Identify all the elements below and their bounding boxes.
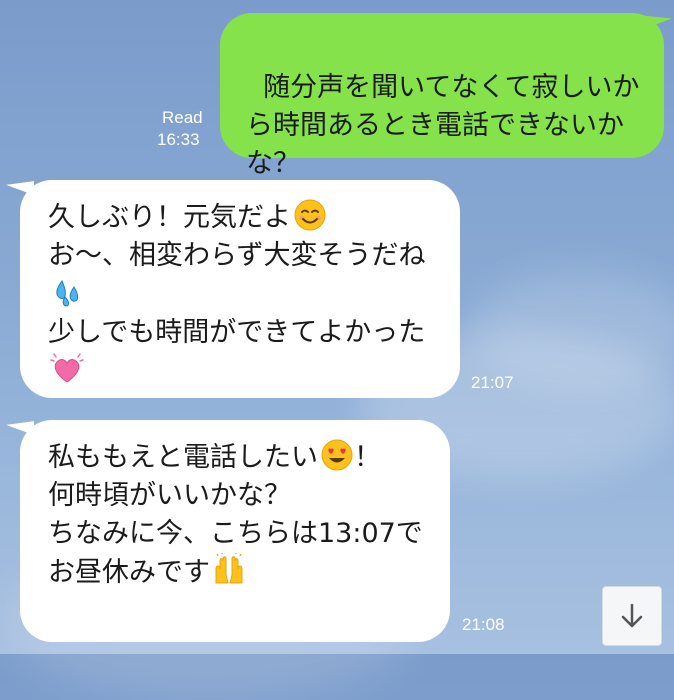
received-message-bubble[interactable]: 久しぶり！元気だよ お〜、相変わらず大変そうだね 少しでも時間ができてよかった — [20, 180, 460, 398]
read-receipt: Read — [162, 108, 203, 127]
message-line: お〜、相変わらず大変そうだね — [48, 240, 426, 271]
sweat-droplets-icon — [56, 280, 79, 307]
message-line: ちなみに今、こちらは13:07で — [48, 518, 423, 549]
message-line: 久しぶり！元気だよ — [48, 202, 291, 233]
received-timestamp: 21:07 — [471, 373, 514, 392]
received-timestamp: 21:08 — [462, 615, 505, 634]
heart-eyes-face-icon — [321, 439, 353, 471]
heart-icon — [50, 353, 84, 383]
message-line: 何時頃がいいかな？ — [48, 480, 291, 511]
sent-timestamp: 16:33 — [157, 130, 200, 149]
sent-message-text: 随分声を聞いてなくて寂しいから時間あるとき電話できないかな？ — [246, 72, 640, 179]
sent-message-bubble[interactable]: 随分声を聞いてなくて寂しいから時間あるとき電話できないかな？ — [220, 13, 664, 179]
message-line: ！ — [354, 442, 381, 473]
message-line: 私ももえと電話したい — [48, 442, 318, 473]
message-line: お昼休みです — [48, 557, 210, 588]
received-message-bubble[interactable]: 私ももえと電話したい ！ 何時頃がいいかな？ ちなみに今、こちらは13:07で … — [20, 420, 450, 642]
arrow-down-icon — [621, 603, 643, 628]
smiling-face-icon — [294, 199, 326, 231]
message-line: 少しでも時間ができてよかった — [48, 317, 426, 348]
scroll-to-bottom-button[interactable] — [602, 586, 662, 646]
raised-hands-icon — [215, 553, 243, 584]
